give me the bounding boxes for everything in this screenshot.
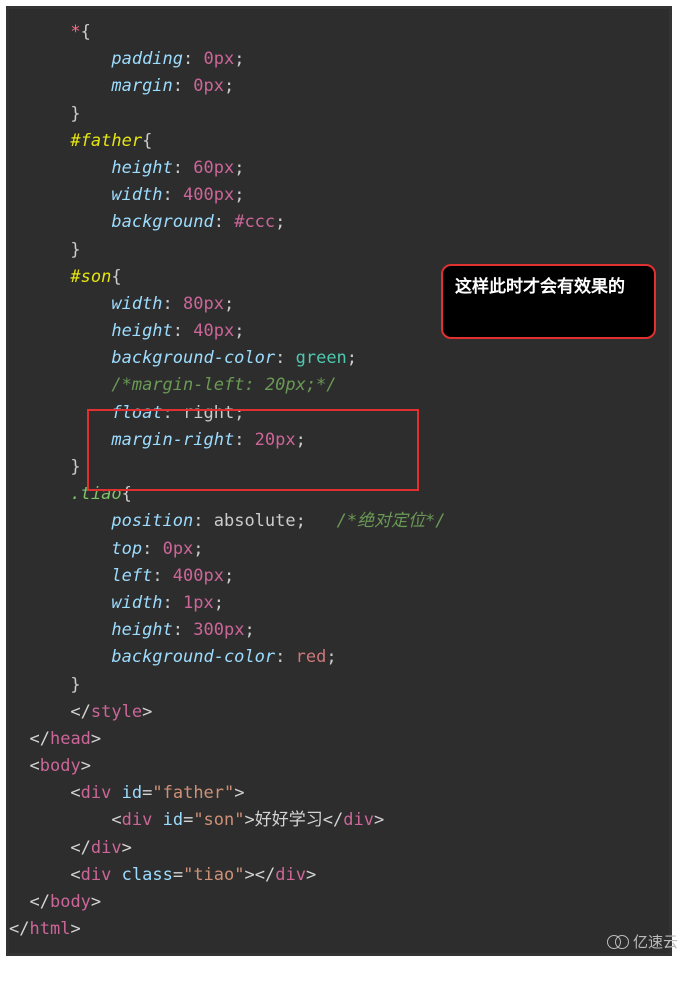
tag-head: head [50,729,91,749]
css-property: padding [111,49,183,69]
annotation-callout: 这样此时才会有效果的 [441,264,656,339]
tag-html-close: html [29,919,70,939]
css-property: height [111,158,172,178]
css-property: height [111,620,172,640]
css-comment: /*绝对定位*/ [337,511,446,531]
css-property: left [111,566,152,586]
tag-body-close: body [50,892,91,912]
watermark: 亿速云 [607,931,678,952]
watermark-icon [607,935,629,949]
css-property: margin-right [111,430,234,450]
code-content: *{ padding: 0px; margin: 0px; } #father{… [9,19,669,943]
css-property: background [111,212,213,232]
css-property: height [111,321,172,341]
annotation-text: 这样此时才会有效果的 [455,277,625,296]
tag-style: style [91,702,142,722]
css-property: width [111,185,162,205]
css-property: width [111,593,162,613]
css-property: width [111,294,162,314]
css-property: background-color [111,348,275,368]
css-property: float [111,403,162,423]
css-comment: /*margin-left: 20px;*/ [111,375,336,395]
selector-universal: * [70,22,80,42]
css-property: background-color [111,647,275,667]
selector-son: #son [70,267,111,287]
css-property: margin [111,76,172,96]
css-property: top [111,539,142,559]
selector-father: #father [70,131,142,151]
css-property: position [111,511,193,531]
selector-tiao: .tiao [70,484,121,504]
watermark-text: 亿速云 [633,931,678,952]
tag-body: body [40,756,81,776]
code-block: *{ padding: 0px; margin: 0px; } #father{… [6,6,672,956]
